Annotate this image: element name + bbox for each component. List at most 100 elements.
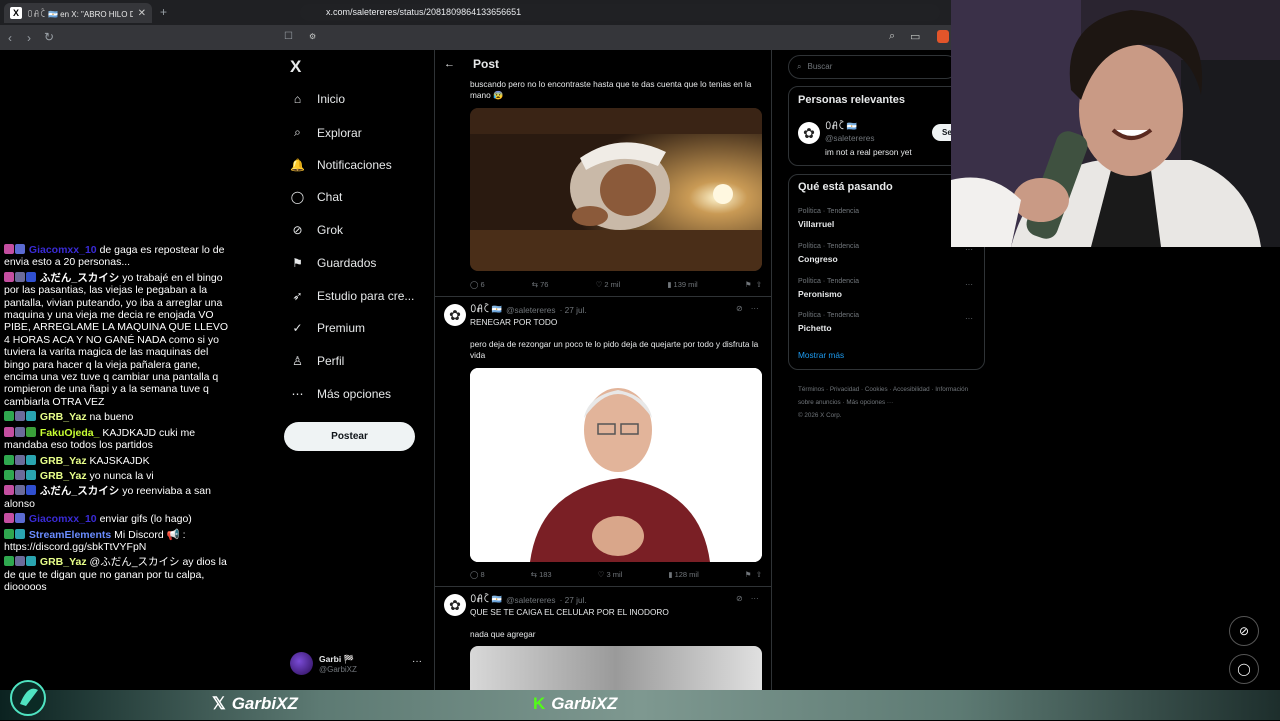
search-input[interactable]: ⌕ Buscar xyxy=(788,55,958,79)
back-icon[interactable]: ‹ xyxy=(8,31,12,45)
author-name[interactable]: ꄲꋬꉓ 🇦🇷 xyxy=(470,594,502,605)
nav-label: Guardados xyxy=(317,256,377,270)
nav-label: Premium xyxy=(317,321,366,335)
show-more-link[interactable]: Mostrar más xyxy=(798,350,844,361)
person-avatar[interactable]: ✿ xyxy=(798,122,820,144)
chat-username[interactable]: GRB_Yaz xyxy=(40,455,87,467)
reply-button[interactable]: ◯ 8 xyxy=(470,570,485,579)
person-name[interactable]: ꄲꋬꉓ 🇦🇷 xyxy=(825,121,857,132)
messages-fab-icon[interactable]: ◯ xyxy=(1229,654,1259,684)
chat-text: yo trabajé en el bingo por las pasantias… xyxy=(4,271,229,408)
close-tab-icon[interactable]: ✕ xyxy=(138,8,146,19)
bookmark-post-icon[interactable]: ⚑ ⇧ xyxy=(745,570,762,579)
nav-item-inicio[interactable]: ⌂ Inicio xyxy=(290,92,345,106)
person-handle[interactable]: @saletereres xyxy=(825,133,874,144)
nav-icon: ⌕ xyxy=(294,125,301,139)
x-favicon-icon: X xyxy=(10,7,22,19)
post-image-flashlight[interactable] xyxy=(470,108,762,271)
url-bar[interactable]: x.com/saletereres/status/208180986413365… xyxy=(300,4,940,21)
trend-category[interactable]: Política · Tendencia xyxy=(798,312,859,319)
views-button[interactable]: ▮ 128 mil xyxy=(668,570,698,579)
chat-badge-icon xyxy=(26,556,36,567)
account-more-icon[interactable]: ··· xyxy=(412,656,422,667)
nav-item-guardados[interactable]: ⚑ Guardados xyxy=(290,256,376,270)
chat-username[interactable]: GRB_Yaz xyxy=(40,556,87,568)
repost-button[interactable]: ⇆ 183 xyxy=(531,570,552,579)
views-button[interactable]: ▮ 139 mil xyxy=(667,280,697,289)
chat-badge-icon xyxy=(4,454,14,465)
footer-more[interactable]: Más opciones ··· xyxy=(846,399,893,406)
grok-fab-icon[interactable]: ⊘ xyxy=(1229,616,1259,646)
reload-icon[interactable]: ↻ xyxy=(44,30,54,44)
x-logo-icon[interactable]: X xyxy=(290,57,301,77)
trend-name[interactable]: Pichetto xyxy=(798,323,832,333)
footer-terms[interactable]: Términos xyxy=(798,386,824,393)
browser-tab[interactable]: X ꄲꋬꉓ 🇦🇷 en X: "ABRO HILO DE TO ✕ xyxy=(4,3,152,23)
new-tab-icon[interactable]: + xyxy=(160,5,167,19)
trend-name[interactable]: Villarruel xyxy=(798,219,834,229)
banner-kick-handle: K GarbiXZ xyxy=(533,694,618,713)
grok-icon[interactable]: ⊘ xyxy=(736,594,743,603)
nav-item-explorar[interactable]: ⌕ Explorar xyxy=(290,125,362,140)
nav-label: Grok xyxy=(317,223,344,237)
chat-username[interactable]: GRB_Yaz xyxy=(40,470,87,482)
nav-item-grok[interactable]: ⊘ Grok xyxy=(290,223,343,237)
author-name[interactable]: ꄲꋬꉓ 🇦🇷 xyxy=(470,304,502,315)
trend-category[interactable]: Política · Tendencia xyxy=(798,208,859,215)
post-date[interactable]: · 27 jul. xyxy=(560,305,587,315)
nav-item-estudio-para-cre[interactable]: ➶ Estudio para cre... xyxy=(290,289,414,303)
reply-button[interactable]: ◯ 6 xyxy=(470,280,485,289)
like-button[interactable]: ♡ 3 mil xyxy=(598,570,623,579)
post-meta: ꄲꋬꉓ 🇦🇷 @saletereres · 27 jul. xyxy=(470,594,587,605)
like-button[interactable]: ♡ 2 mil xyxy=(596,280,621,289)
relevant-title: Personas relevantes xyxy=(798,94,906,106)
account-switcher[interactable]: Garbi 🏁 @GarbiXZ xyxy=(290,652,357,675)
nav-item-premium[interactable]: ✓ Premium xyxy=(290,321,365,335)
nav-item-notificaciones[interactable]: 🔔 Notificaciones xyxy=(290,158,392,172)
author-handle[interactable]: @saletereres xyxy=(506,305,555,315)
post-image-old-man[interactable] xyxy=(470,368,762,562)
more-icon[interactable]: ··· xyxy=(751,594,759,603)
more-icon[interactable]: ··· xyxy=(751,304,759,313)
post-button[interactable]: Postear xyxy=(284,422,415,451)
repost-button[interactable]: ⇆ 76 xyxy=(532,280,549,289)
chat-username[interactable]: FakuOjeda_ xyxy=(40,427,100,439)
back-arrow-icon[interactable]: ← xyxy=(444,58,455,70)
footer-privacy[interactable]: Privacidad xyxy=(830,386,859,393)
post-image-phone[interactable] xyxy=(470,646,762,690)
chat-username[interactable]: GRB_Yaz xyxy=(40,411,87,423)
site-info-icon[interactable]: ⚙ xyxy=(309,32,316,41)
trend-more-icon[interactable]: ··· xyxy=(965,280,973,289)
bookmark-post-icon[interactable]: ⚑ ⇧ xyxy=(745,280,762,289)
forward-icon[interactable]: › xyxy=(27,31,31,45)
footer-links: Términos · Privacidad · Cookies · Accesi… xyxy=(798,386,969,419)
chat-username[interactable]: StreamElements xyxy=(29,529,111,541)
nav-item-chat[interactable]: ◯ Chat xyxy=(290,190,343,204)
post-actions: ◯ 6 ⇆ 76 ♡ 2 mil ▮ 139 mil ⚑ ⇧ xyxy=(470,280,762,289)
chat-username[interactable]: ふだん_スカイシ xyxy=(40,485,119,497)
trend-category[interactable]: Política · Tendencia xyxy=(798,243,859,250)
chat-message: GRB_Yaz yo nunca la vi xyxy=(4,469,230,482)
trend-more-icon[interactable]: ··· xyxy=(965,314,973,323)
chat-badge-icon xyxy=(4,513,14,524)
chat-username[interactable]: Giacomxx_10 xyxy=(29,244,97,256)
cast-icon[interactable]: ▭ xyxy=(910,30,920,43)
nav-item-perfil[interactable]: ♙ Perfil xyxy=(290,354,344,368)
nav-item-más-opciones[interactable]: ⋯ Más opciones xyxy=(290,387,392,401)
post-author-avatar[interactable]: ✿ xyxy=(444,594,466,616)
grok-icon[interactable]: ⊘ xyxy=(736,304,743,313)
post-author-avatar[interactable]: ✿ xyxy=(444,304,466,326)
trend-name[interactable]: Peronismo xyxy=(798,289,842,299)
zoom-icon[interactable]: ⌕ xyxy=(889,30,895,43)
trend-category[interactable]: Política · Tendencia xyxy=(798,278,859,285)
chat-username[interactable]: ふだん_スカイシ xyxy=(40,272,119,284)
footer-accessibility[interactable]: Accesibilidad xyxy=(893,386,930,393)
post-date[interactable]: · 27 jul. xyxy=(560,595,587,605)
brave-icon[interactable] xyxy=(937,30,949,43)
author-handle[interactable]: @saletereres xyxy=(506,595,555,605)
footer-cookies[interactable]: Cookies xyxy=(865,386,888,393)
chat-username[interactable]: Giacomxx_10 xyxy=(29,513,97,525)
trend-name[interactable]: Congreso xyxy=(798,254,838,264)
bookmark-icon[interactable]: ☐ xyxy=(284,31,293,42)
nav-icon: 🔔 xyxy=(290,158,305,172)
